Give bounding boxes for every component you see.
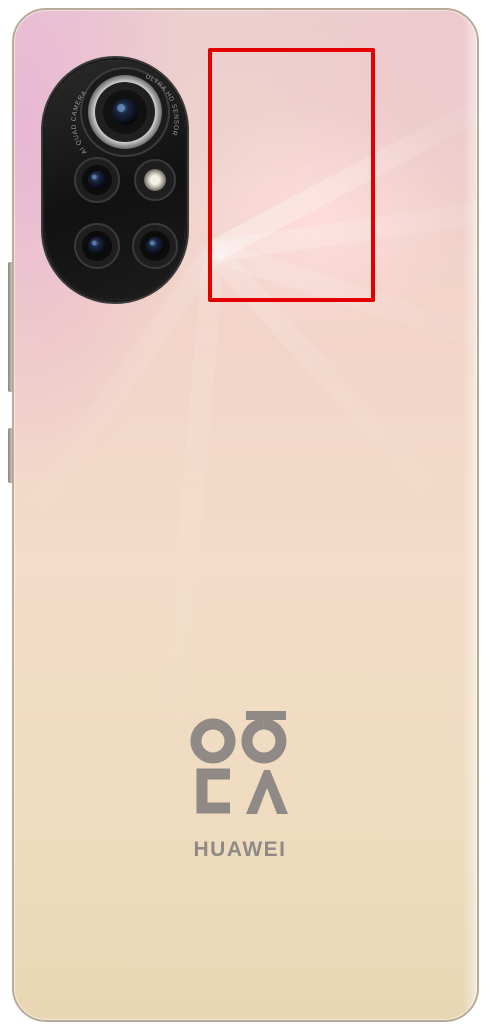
nova-logo (190, 711, 288, 814)
camera-module: AI QUAD CAMERA ULTRA HD SENSOR (45, 60, 185, 300)
highlight-box (208, 48, 375, 302)
secondary-lens (132, 223, 178, 269)
brand-name: HUAWEI (193, 838, 287, 861)
edge-glow (463, 10, 477, 1020)
product-image: AI QUAD CAMERA ULTRA HD SENSOR HUAWEI (0, 0, 488, 1026)
secondary-lens (74, 223, 120, 269)
secondary-lens (74, 157, 120, 203)
camera-lenses: AI QUAD CAMERA ULTRA HD SENSOR (71, 67, 179, 269)
flash-icon (134, 159, 176, 201)
